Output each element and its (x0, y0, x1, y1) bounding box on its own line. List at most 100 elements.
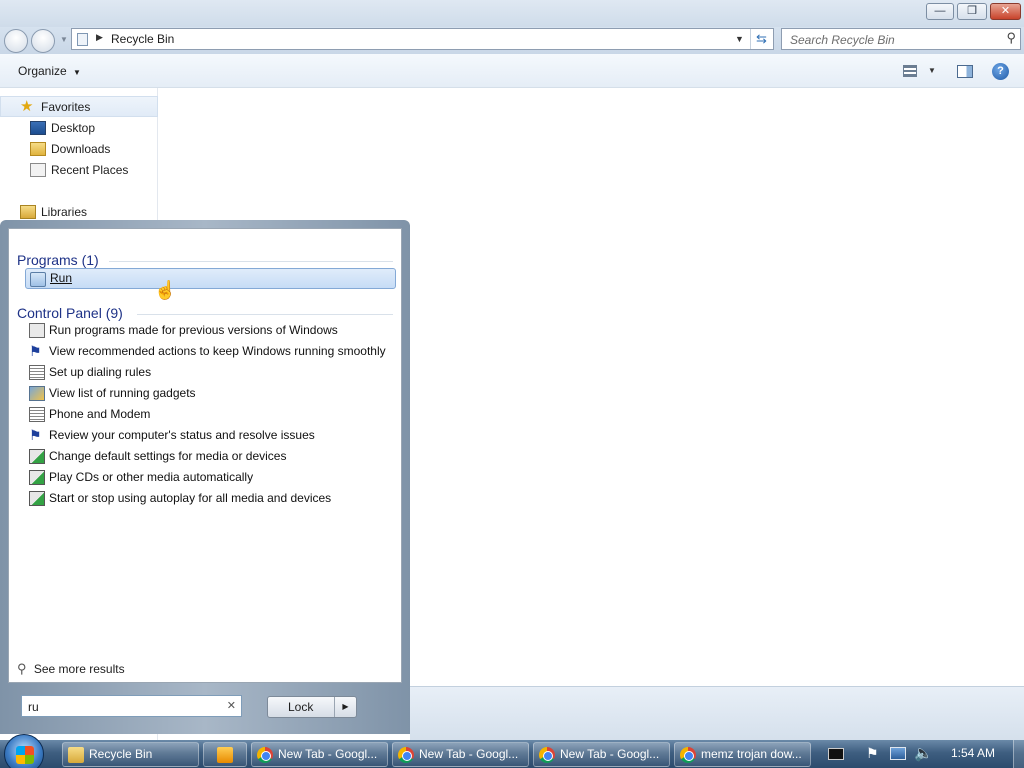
desktop-icon (30, 121, 46, 135)
see-more-label: See more results (33, 662, 125, 676)
nav-item-downloads[interactable]: Downloads (0, 139, 158, 160)
start-menu: Programs (1) Run Control Panel (9) Run p… (0, 220, 410, 734)
windows-logo-icon (16, 746, 34, 764)
clear-search-icon[interactable]: ✕ (227, 699, 236, 712)
result-control-panel[interactable]: Set up dialing rules (25, 362, 396, 383)
view-dropdown-icon[interactable]: ▼ (928, 66, 936, 75)
lock-label: Lock (288, 700, 314, 714)
chrome-icon (680, 747, 696, 763)
address-location[interactable]: Recycle Bin (111, 32, 174, 46)
magnifier-icon: ⚲ (17, 661, 27, 676)
favorites-label: Favorites (41, 100, 91, 114)
run-icon (30, 272, 46, 287)
result-label: View recommended actions to keep Windows… (49, 344, 386, 358)
start-search-value: ru (28, 700, 39, 714)
nav-item-recent-places[interactable]: Recent Places (0, 160, 158, 181)
start-search-input[interactable]: ru ✕ (21, 695, 242, 717)
help-icon[interactable]: ? (992, 63, 1009, 80)
command-prompt-icon[interactable] (828, 748, 844, 760)
organize-button[interactable]: Organize ▼ (18, 64, 81, 78)
address-dropdown-icon[interactable]: ▼ (735, 34, 744, 44)
view-options-icon[interactable] (903, 65, 917, 77)
start-button[interactable] (4, 734, 44, 768)
recent-pages-dropdown-icon[interactable]: ▼ (60, 35, 68, 44)
network-icon[interactable] (890, 747, 906, 760)
result-control-panel[interactable]: Start or stop using autoplay for all med… (25, 488, 396, 509)
result-control-panel[interactable]: Change default settings for media or dev… (25, 446, 396, 467)
phone-icon (29, 365, 45, 380)
media-player-icon (217, 747, 233, 763)
autoplay-icon (29, 449, 45, 464)
gadgets-icon (29, 386, 45, 401)
chrome-icon (398, 747, 414, 763)
see-more-results[interactable]: ⚲ See more results (17, 661, 125, 677)
taskbar-item-recycle-bin[interactable]: Recycle Bin (62, 742, 199, 767)
taskbar-item-label: memz trojan dow... (701, 747, 802, 761)
flag-icon: ⚑ (29, 343, 42, 359)
autoplay-icon (29, 470, 45, 485)
result-control-panel[interactable]: Phone and Modem (25, 404, 396, 425)
back-button[interactable] (4, 29, 28, 53)
action-center-flag-icon[interactable]: ⚑ (866, 745, 879, 762)
nav-favorites[interactable]: ★ Favorites (0, 96, 158, 117)
result-control-panel[interactable]: Run programs made for previous versions … (25, 320, 396, 341)
taskbar-item-chrome[interactable]: New Tab - Googl... (392, 742, 529, 767)
result-control-panel[interactable]: ⚑ View recommended actions to keep Windo… (25, 341, 396, 362)
result-label: Set up dialing rules (49, 365, 152, 379)
taskbar-item-media-player[interactable] (203, 742, 247, 767)
lock-button[interactable]: Lock ▶ (267, 696, 357, 718)
result-label: Start or stop using autoplay for all med… (49, 491, 332, 505)
close-button[interactable]: ✕ (990, 3, 1021, 20)
taskbar-item-chrome[interactable]: memz trojan dow... (674, 742, 811, 767)
result-control-panel[interactable]: View list of running gadgets (25, 383, 396, 404)
flag-icon: ⚑ (29, 427, 42, 443)
details-pane (410, 686, 1024, 740)
chevron-down-icon: ▼ (73, 68, 81, 77)
programs-header[interactable]: Programs (1) (17, 252, 99, 268)
taskbar-item-label: New Tab - Googl... (419, 747, 519, 761)
taskbar-item-label: Recycle Bin (89, 747, 153, 761)
result-control-panel[interactable]: ⚑ Review your computer's status and reso… (25, 425, 396, 446)
search-icon[interactable]: ⚲ (1006, 30, 1016, 46)
nav-item-label: Downloads (51, 142, 111, 156)
show-desktop-button[interactable] (1013, 740, 1024, 768)
chrome-icon (257, 747, 273, 763)
control-panel-header[interactable]: Control Panel (9) (17, 305, 123, 321)
minimize-button[interactable]: — (926, 3, 954, 20)
nav-item-desktop[interactable]: Desktop (0, 118, 158, 139)
search-input[interactable]: Search Recycle Bin ⚲ (781, 28, 1021, 50)
volume-icon[interactable]: 🔈 (914, 744, 933, 762)
search-results-panel: Programs (1) Run Control Panel (9) Run p… (8, 228, 402, 683)
nav-item-label: Desktop (51, 121, 96, 135)
star-icon: ★ (20, 98, 34, 115)
address-bar[interactable]: ▶ Recycle Bin ▼ ⇆ (71, 28, 774, 50)
recent-places-icon (30, 163, 46, 177)
hand-cursor-icon: ☝ (154, 280, 177, 300)
result-label: Run (50, 271, 73, 285)
forward-button[interactable] (31, 29, 55, 53)
result-run[interactable]: Run (25, 268, 396, 289)
libraries-icon (20, 205, 36, 219)
compat-icon (29, 323, 45, 338)
autoplay-icon (29, 491, 45, 506)
search-placeholder: Search Recycle Bin (790, 33, 895, 47)
result-control-panel[interactable]: Play CDs or other media automatically (25, 467, 396, 488)
taskbar-item-chrome[interactable]: New Tab - Googl... (251, 742, 388, 767)
taskbar-item-chrome[interactable]: New Tab - Googl... (533, 742, 670, 767)
recycle-bin-icon (77, 33, 88, 46)
folder-icon (68, 747, 84, 763)
taskbar-item-label: New Tab - Googl... (560, 747, 660, 761)
preview-pane-icon[interactable] (957, 65, 973, 78)
navigation-bar: ▼ ▶ Recycle Bin ▼ ⇆ Search Recycle Bin ⚲ (0, 27, 1024, 54)
folder-icon (30, 142, 46, 156)
refresh-icon[interactable]: ⇆ (750, 29, 772, 49)
power-options-arrow-icon[interactable]: ▶ (334, 697, 356, 717)
clock[interactable]: 1:54 AM (951, 746, 995, 760)
result-label: Play CDs or other media automatically (49, 470, 254, 484)
chevron-right-icon[interactable]: ▶ (96, 32, 103, 43)
organize-label: Organize (18, 64, 67, 78)
result-label: View list of running gadgets (49, 386, 196, 400)
title-bar: — ❐ ✕ (0, 0, 1024, 27)
result-label: Change default settings for media or dev… (49, 449, 287, 463)
restore-button[interactable]: ❐ (957, 3, 987, 20)
